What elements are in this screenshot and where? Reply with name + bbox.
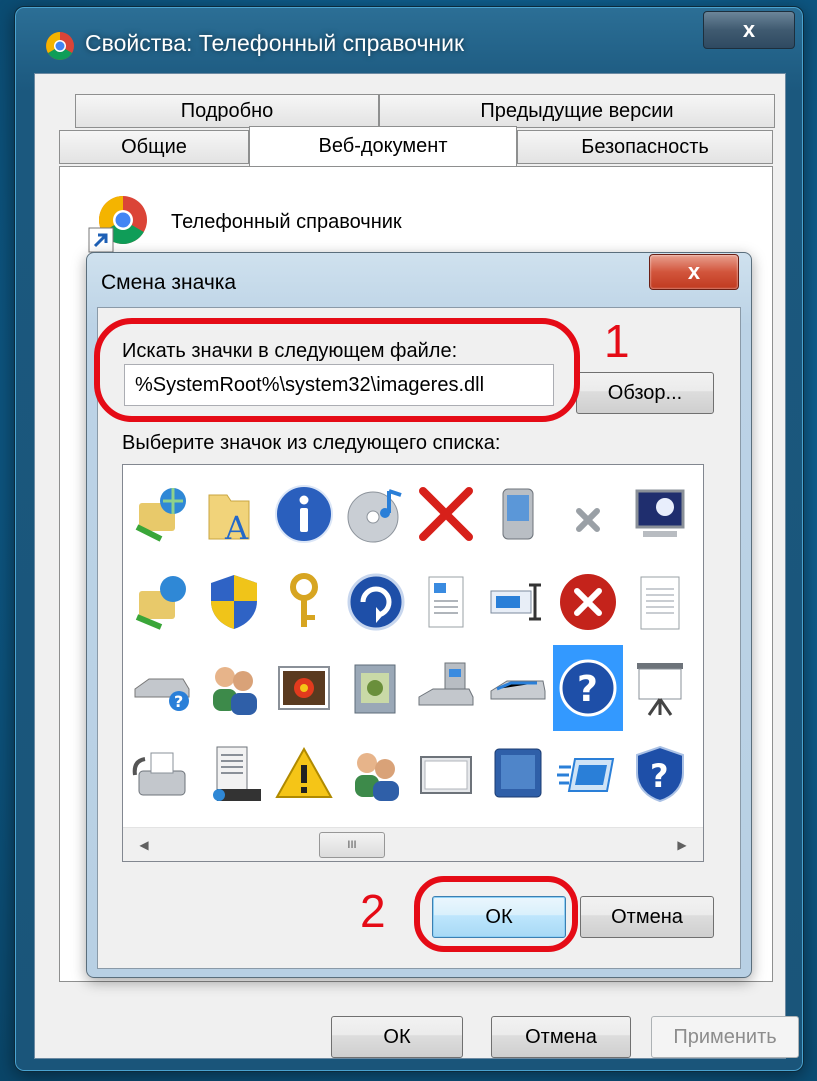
cd-music-icon[interactable] <box>341 471 411 557</box>
svg-text:?: ? <box>174 692 183 711</box>
titlebar[interactable]: Свойства: Телефонный справочник x <box>15 7 803 73</box>
tab-previous-versions[interactable]: Предыдущие версии <box>379 94 775 128</box>
svg-text:?: ? <box>577 669 598 710</box>
icon-list-label: Выберите значок из следующего списка: <box>122 432 501 454</box>
annotation-number-2: 2 <box>360 885 386 937</box>
fast-window-icon[interactable] <box>553 731 623 817</box>
annotation-number-1: 1 <box>604 315 630 367</box>
reload-arrow-icon[interactable] <box>341 559 411 645</box>
server-tower-icon[interactable] <box>199 731 269 817</box>
window-frame-icon[interactable] <box>411 731 481 817</box>
shield-question-icon[interactable]: ? <box>625 731 695 817</box>
text-cursor-icon[interactable] <box>483 559 553 645</box>
help-question-icon[interactable]: ? <box>553 645 623 731</box>
apply-button[interactable]: Применить <box>651 1016 799 1058</box>
red-x-icon[interactable] <box>411 471 481 557</box>
monitor-icon[interactable] <box>625 471 695 557</box>
scroll-left-icon[interactable]: ◀ <box>127 828 161 861</box>
annotation-highlight-file <box>94 318 580 422</box>
dialog-close-button[interactable]: x <box>649 254 739 290</box>
error-icon[interactable] <box>553 559 623 645</box>
icon-list[interactable]: A ? ? ? ◀ III ▶ <box>122 464 704 862</box>
icon-grid: A ? ? ? <box>125 467 701 817</box>
flower-picture-icon[interactable] <box>269 645 339 731</box>
svg-text:A: A <box>224 509 249 545</box>
window-close-button[interactable]: x <box>703 11 795 49</box>
tab-web-document[interactable]: Веб-документ <box>249 126 517 166</box>
network-share-icon[interactable] <box>127 471 197 557</box>
tab-general[interactable]: Общие <box>59 130 249 164</box>
scroll-thumb[interactable]: III <box>319 832 385 858</box>
small-x-icon[interactable] <box>553 471 623 557</box>
warning-icon[interactable] <box>269 731 339 817</box>
browse-button[interactable]: Обзор... <box>576 372 714 414</box>
dialog-cancel-button[interactable]: Отмена <box>580 896 714 938</box>
drive-question-icon[interactable]: ? <box>127 645 197 731</box>
users-icon[interactable] <box>199 645 269 731</box>
scroll-right-icon[interactable]: ▶ <box>665 828 699 861</box>
dialog-title: Смена значка <box>101 271 237 294</box>
annotation-highlight-ok <box>414 876 578 952</box>
document-name: Телефонный справочник <box>171 211 402 233</box>
svg-text:?: ? <box>650 757 669 795</box>
projector-screen-icon[interactable] <box>625 645 695 731</box>
shortcut-chrome-icon <box>88 196 147 253</box>
users-group-icon[interactable] <box>341 731 411 817</box>
window-title: Свойства: Телефонный справочник <box>85 30 465 56</box>
key-icon[interactable] <box>269 559 339 645</box>
tab-security[interactable]: Безопасность <box>517 130 773 164</box>
scanner-icon[interactable] <box>483 645 553 731</box>
pda-icon[interactable] <box>483 471 553 557</box>
document-image-icon[interactable] <box>411 559 481 645</box>
blank-document-icon[interactable] <box>625 559 695 645</box>
chrome-icon <box>46 32 74 60</box>
folder-font-icon[interactable]: A <box>199 471 269 557</box>
tab-details[interactable]: Подробно <box>75 94 379 128</box>
fax-icon[interactable] <box>127 731 197 817</box>
server-drive-icon[interactable] <box>411 645 481 731</box>
network-folder-icon[interactable] <box>127 559 197 645</box>
cancel-button[interactable]: Отмена <box>491 1016 631 1058</box>
tablet-icon[interactable] <box>483 731 553 817</box>
ok-button[interactable]: ОК <box>331 1016 463 1058</box>
shield-icon[interactable] <box>199 559 269 645</box>
media-box-icon[interactable] <box>341 645 411 731</box>
info-icon[interactable] <box>269 471 339 557</box>
horizontal-scrollbar[interactable]: ◀ III ▶ <box>123 827 703 861</box>
